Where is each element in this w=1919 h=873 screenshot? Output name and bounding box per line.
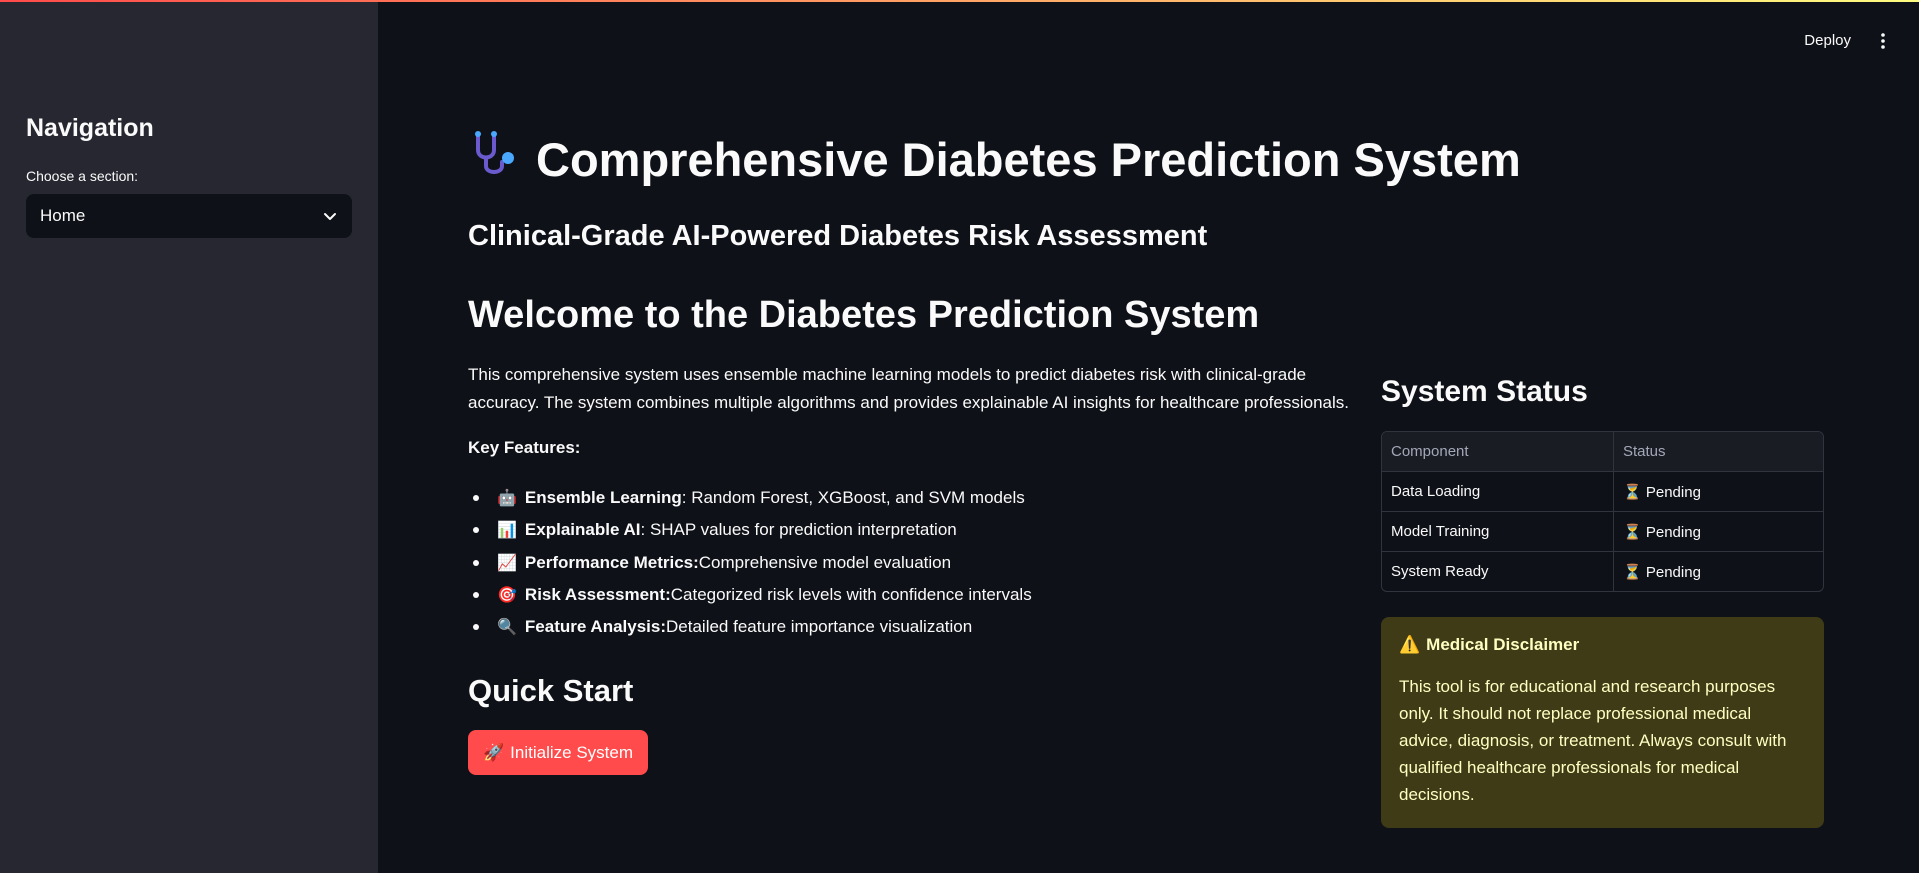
hourglass-icon: ⏳ [1623,523,1642,541]
feature-description: Comprehensive model evaluation [698,552,952,572]
magnifier-icon: 🔍 [497,619,517,637]
hourglass-icon: ⏳ [1623,563,1642,581]
welcome-heading: Welcome to the Diabetes Prediction Syste… [468,294,1260,336]
page-title-text: Comprehensive Diabetes Prediction System [536,133,1521,186]
stethoscope-icon [468,128,520,191]
bullet-icon [473,624,479,631]
status-text: Pending [1645,563,1701,581]
main-content: Comprehensive Diabetes Prediction System… [468,0,1828,873]
medical-disclaimer-box: ⚠️ Medical Disclaimer This tool is for e… [1381,617,1824,828]
component-cell: System Ready [1382,552,1614,591]
status-text: Pending [1645,483,1701,501]
chevron-down-icon [322,208,338,224]
section-select[interactable]: Home [26,194,352,238]
feature-name: Feature Analysis: [524,617,667,637]
table-row: Data Loading ⏳ Pending [1382,472,1823,512]
feature-list: 🤖 Ensemble Learning : Random Forest, XGB… [468,482,1032,643]
column-header-status[interactable]: Status [1614,432,1823,472]
table-header-row: Component Status [1382,432,1823,472]
table-row: System Ready ⏳ Pending [1382,552,1823,591]
robot-icon: 🤖 [497,490,517,508]
disclaimer-text: This tool is for educational and researc… [1399,677,1787,804]
list-item: 📈 Performance Metrics: Comprehensive mod… [468,547,1032,579]
rocket-icon: 🚀 [483,742,505,762]
bar-chart-icon: 📊 [497,522,517,540]
status-cell: ⏳ Pending [1614,552,1823,591]
component-cell: Model Training [1382,512,1614,552]
bullet-icon [473,592,479,599]
system-status-table: Component Status Data Loading ⏳ Pending … [1381,431,1824,592]
list-item: 📊 Explainable AI : SHAP values for predi… [468,514,1032,546]
quick-start-heading: Quick Start [468,673,634,708]
target-icon: 🎯 [497,587,517,605]
feature-description: Detailed feature importance visualizatio… [666,617,973,637]
status-text: Pending [1645,523,1701,541]
page-subtitle: Clinical-Grade AI-Powered Diabetes Risk … [468,220,1208,252]
status-cell: ⏳ Pending [1614,472,1823,512]
table-row: Model Training ⏳ Pending [1382,512,1823,552]
more-options-icon[interactable] [1873,27,1893,55]
section-select-value: Home [40,206,86,225]
sidebar: Navigation Choose a section: Home [0,0,378,873]
column-header-component[interactable]: Component [1382,432,1614,472]
list-item: 🎯 Risk Assessment: Categorized risk leve… [468,579,1032,611]
key-features-label: Key Features: [468,438,581,457]
sidebar-title: Navigation [26,114,154,142]
trend-chart-icon: 📈 [497,554,517,572]
feature-name: Ensemble Learning [524,488,682,508]
disclaimer-title-text: Medical Disclaimer [1426,635,1580,654]
feature-name: Performance Metrics: [524,552,699,572]
status-cell: ⏳ Pending [1614,512,1823,552]
initialize-system-label: Initialize System [510,742,633,762]
bullet-icon [473,527,479,534]
top-decoration-bar [0,0,1919,2]
component-cell: Data Loading [1382,472,1614,512]
system-status-heading: System Status [1381,375,1588,408]
feature-description: : Random Forest, XGBoost, and SVM models [681,488,1025,508]
bullet-icon [473,495,479,502]
feature-description: : SHAP values for prediction interpretat… [640,520,957,540]
list-item: 🤖 Ensemble Learning : Random Forest, XGB… [468,482,1032,514]
feature-name: Risk Assessment: [524,585,671,605]
intro-paragraph: This comprehensive system uses ensemble … [468,365,1349,412]
bullet-icon [473,559,479,566]
disclaimer-title: ⚠️ Medical Disclaimer [1399,635,1806,655]
page-title: Comprehensive Diabetes Prediction System [468,128,1521,191]
feature-name: Explainable AI [524,520,641,540]
initialize-system-button[interactable]: 🚀 Initialize System [468,730,648,775]
hourglass-icon: ⏳ [1623,483,1642,501]
section-select-label: Choose a section: [26,168,139,184]
warning-icon: ⚠️ [1399,635,1421,654]
feature-description: Categorized risk levels with confidence … [670,585,1032,605]
list-item: 🔍 Feature Analysis: Detailed feature imp… [468,611,1032,643]
